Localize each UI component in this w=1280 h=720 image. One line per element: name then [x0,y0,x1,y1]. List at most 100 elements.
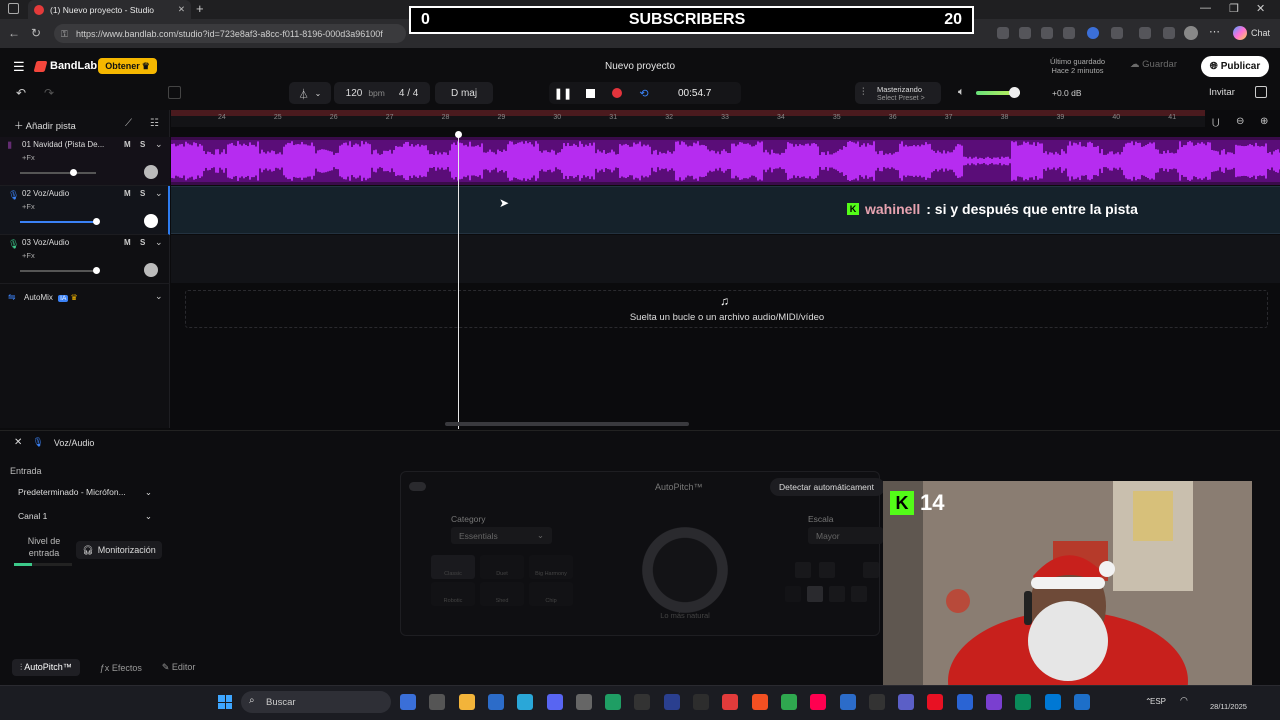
tab-editor[interactable]: ✎ Editor [162,662,196,673]
track-volume-slider[interactable] [20,270,96,272]
chevron-down-icon[interactable]: ⌄ [155,237,163,248]
track-settings-icon[interactable]: ☷ [150,118,159,129]
library-icon[interactable] [1255,86,1267,98]
track-volume-knob[interactable] [93,218,100,225]
track-name[interactable]: 03 Voz/Audio [22,238,69,247]
taskbar-app-icon[interactable] [634,694,651,710]
taskbar-app-icon[interactable] [868,694,885,710]
taskbar-app-icon[interactable] [458,694,475,710]
loop-icon[interactable]: ⟲ [637,86,651,100]
close-panel-icon[interactable]: ✕ [14,437,22,448]
taskbar-app-icon[interactable] [780,694,797,710]
back-icon[interactable]: ← [8,26,20,40]
chevron-down-icon[interactable]: ⌄ [155,188,163,199]
mute-button[interactable]: M [124,189,131,198]
monitoring-button[interactable]: 🎧︎ Monitorización [76,541,162,559]
extensions-icon[interactable] [1139,27,1151,39]
autopitch-toggle[interactable] [409,482,426,491]
taskbar-app-icon[interactable] [487,694,504,710]
extension-icon[interactable] [1019,27,1031,39]
mastering-button[interactable]: Masterizando Select Preset > [855,82,941,104]
project-title[interactable]: Nuevo proyecto [560,61,720,72]
browser-tab[interactable]: (1) Nuevo proyecto - Studio ✕ [28,0,191,19]
hamburger-menu-icon[interactable]: ☰ [13,59,25,75]
automix-row[interactable]: AutoMix IA ♛ [24,293,78,302]
taskbar-app-icon[interactable] [517,694,534,710]
extension-icon[interactable] [1111,27,1123,39]
effect-preset[interactable]: Big Harmony [529,555,573,579]
taskbar-search[interactable]: Buscar [241,691,391,713]
obtener-button[interactable]: Obtener ♛ [98,58,157,74]
redo-icon[interactable]: ↷ [44,86,54,100]
playhead-handle[interactable] [455,131,462,138]
channel-select[interactable]: Canal 1 ⌄ [10,507,160,525]
mute-button[interactable]: M [124,140,131,149]
key-selector[interactable]: D maj [435,82,493,104]
taskbar-app-icon[interactable] [429,694,446,710]
close-tab-icon[interactable]: ✕ [178,4,185,15]
track-volume-slider[interactable] [20,221,96,223]
add-fx-button[interactable]: +Fx [22,202,35,211]
category-select[interactable]: Essentials ⌄ [451,527,552,544]
taskbar-app-icon[interactable] [605,694,622,710]
note-keyboard[interactable] [785,560,885,606]
save-button[interactable]: ☁ Guardar [1130,59,1177,70]
taskbar-app-icon[interactable] [810,694,827,710]
taskbar-app-icon[interactable] [663,694,680,710]
chevron-down-icon[interactable]: ⌄ [155,139,163,150]
extension-icon[interactable] [997,27,1009,39]
track-volume-knob[interactable] [93,267,100,274]
language-indicator[interactable]: ESP [1150,697,1166,706]
windows-start-icon[interactable] [218,695,232,709]
taskbar-app-icon[interactable] [546,694,563,710]
record-button[interactable] [610,86,624,100]
minimize-icon[interactable]: — [1200,2,1211,14]
scale-select[interactable]: Mayor [808,527,883,544]
profile-avatar[interactable] [1184,26,1198,40]
solo-button[interactable]: S [140,189,145,198]
wifi-icon[interactable]: ◠ [1180,695,1188,706]
taskbar-app-icon[interactable] [898,694,915,710]
bandlab-logo[interactable]: BandLab [33,60,97,72]
star-icon[interactable] [1063,27,1075,39]
extension-icon[interactable] [1087,27,1099,39]
effect-preset[interactable]: Chip [529,582,573,606]
add-track-button[interactable]: ＋ Añadir pista [14,118,76,132]
close-window-icon[interactable]: ✕ [1256,2,1265,15]
pan-knob[interactable] [144,263,158,277]
taskbar-app-icon[interactable] [693,694,709,710]
url-field[interactable]: https://www.bandlab.com/studio?id=723e8a… [54,24,406,43]
track-name[interactable]: 02 Voz/Audio [22,189,69,198]
taskbar-app-icon[interactable] [751,694,768,710]
add-fx-button[interactable]: +Fx [22,251,35,260]
tab-actions-icon[interactable] [8,3,19,14]
taskbar-app-icon[interactable] [927,694,944,710]
speaker-icon[interactable]: 🔈︎ [958,86,965,99]
horizontal-scrollbar[interactable] [445,422,689,426]
taskbar-app-icon[interactable] [839,694,856,710]
track-volume-knob[interactable] [70,169,77,176]
playhead[interactable] [458,133,459,429]
add-fx-button[interactable]: +Fx [22,153,35,162]
taskbar-app-icon[interactable] [956,694,973,710]
pan-knob[interactable] [144,214,158,228]
taskbar-app-icon[interactable] [1015,694,1032,710]
solo-button[interactable]: S [140,140,145,149]
publish-button[interactable]: 🌐︎ Publicar [1201,56,1269,77]
tab-autopitch[interactable]: ⫶ AutoPitch™ [12,659,80,676]
reload-icon[interactable]: ↻ [31,26,41,40]
zoom-out-icon[interactable]: ⊖ [1236,116,1244,127]
effect-preset[interactable]: Shed [480,582,524,606]
pan-knob[interactable] [144,165,158,179]
taskbar-app-icon[interactable] [986,694,1002,710]
effect-preset[interactable]: Duet [480,555,524,579]
stop-icon[interactable] [583,86,597,100]
taskbar-app-icon[interactable] [575,694,592,710]
taskbar-app-icon[interactable] [722,694,739,710]
taskbar-app-icon[interactable] [1073,694,1090,710]
track-lane-3[interactable] [171,235,1280,283]
track-volume-slider[interactable] [20,172,96,174]
new-tab-icon[interactable]: + [196,1,204,16]
zoom-in-icon[interactable]: ⊕ [1260,116,1268,127]
taskbar-app-icon[interactable] [1044,694,1061,710]
